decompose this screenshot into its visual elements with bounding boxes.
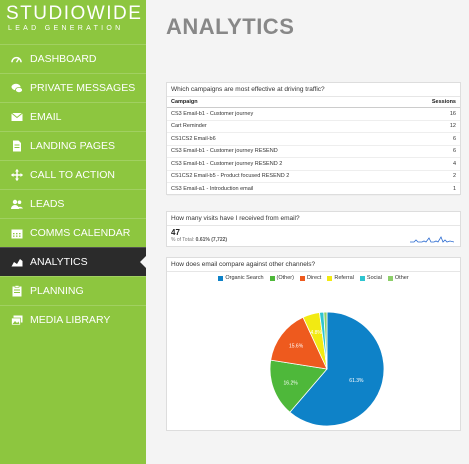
legend-swatch [299, 275, 305, 281]
table-row: CS3 Email-b1 - Customer journey RESEND 6 [167, 145, 460, 158]
sessions-cell: 16 [400, 107, 460, 121]
campaigns-card: Which campaigns are most effective at dr… [166, 82, 461, 196]
sidebar-item-label: ANALYTICS [30, 256, 88, 268]
brand-logo[interactable]: STUDIOWIDE LEAD GENERATION [0, 0, 146, 44]
envelope-icon [10, 111, 23, 124]
sidebar-item-label: DASHBOARD [30, 53, 97, 65]
sidebar-item-analytics[interactable]: ANALYTICS [0, 247, 146, 276]
campaigns-table-body: CS3 Email-b1 - Customer journey 16 Cart Re… [167, 107, 460, 196]
brand-tagline: LEAD GENERATION [8, 25, 124, 32]
sidebar-item-label: LANDING PAGES [30, 140, 115, 152]
legend-label: (Other) [276, 275, 294, 281]
sidebar-item-planning[interactable]: PLANNING [0, 276, 146, 305]
legend-item[interactable]: Social [359, 275, 382, 281]
subtext-value: 0.61% (7,722) [195, 237, 228, 243]
visits-sparkline [410, 236, 454, 243]
main-content: ANALYTICS Which campaigns are most effec… [146, 0, 469, 464]
legend-item[interactable]: Other [387, 275, 409, 281]
legend-label: Social [366, 275, 382, 281]
sidebar-item-leads[interactable]: LEADS [0, 189, 146, 218]
sidebar-item-landing-pages[interactable]: LANDING PAGES [0, 131, 146, 160]
sidebar-item-label: PLANNING [30, 285, 84, 297]
pie-slice-label: 4.8% [310, 330, 322, 336]
pie-slice-label: 16.2% [284, 380, 299, 386]
legend-swatch [359, 275, 365, 281]
legend-item[interactable]: Referral [327, 275, 354, 281]
sidebar-item-label: MEDIA LIBRARY [30, 314, 111, 326]
table-header-row: Campaign Sessions [167, 97, 460, 108]
channels-pie-chart: 61.3% 16.2% 15.6% 4.8% [269, 311, 385, 426]
sidebar-item-label: PRIVATE MESSAGES [30, 82, 136, 94]
table-row: CS3 Email-b1 - Customer journey 16 [167, 107, 460, 121]
sessions-cell: 6 [400, 132, 460, 146]
campaign-name-cell: Cart Reminder [167, 120, 401, 133]
sidebar-item-private-messages[interactable]: PRIVATE MESSAGES [0, 73, 146, 102]
sidebar-item-label: EMAIL [30, 111, 62, 123]
legend-swatch [269, 275, 275, 281]
sidebar-item-call-to-action[interactable]: CALL TO ACTION [0, 160, 146, 189]
sidebar-item-email[interactable]: EMAIL [0, 102, 146, 131]
legend-label: Other [394, 275, 409, 281]
sidebar-item-label: LEADS [30, 198, 65, 210]
chat-bubbles-icon [10, 82, 23, 95]
legend-swatch [327, 275, 333, 281]
sessions-cell: 12 [400, 120, 460, 133]
campaign-name-cell: CS3 Email-b1 - Customer journey RESEND [167, 145, 401, 158]
sidebar-item-media-library[interactable]: MEDIA LIBRARY [0, 305, 146, 334]
legend-label: Direct [306, 275, 322, 281]
brand-name: STUDIOWIDE [6, 3, 143, 24]
legend-label: Organic Search [225, 275, 264, 281]
campaign-name-cell: CS3 Email-a1 - Introduction email [167, 182, 401, 196]
page-title: ANALYTICS [166, 14, 295, 39]
sessions-column-header: Sessions [400, 97, 460, 108]
crosshair-arrows-icon [10, 169, 23, 182]
legend-label: Referral [334, 275, 354, 281]
table-row: CS1CS2 Email-b6 6 [167, 132, 460, 146]
users-icon [10, 198, 23, 211]
campaign-name-cell: CS3 Email-b1 - Customer journey [167, 107, 401, 121]
legend-item[interactable]: Direct [299, 275, 322, 281]
clipboard-icon [10, 285, 23, 298]
campaign-column-header: Campaign [167, 97, 401, 108]
legend-swatch [387, 275, 393, 281]
sidebar-item-dashboard[interactable]: DASHBOARD [0, 44, 146, 73]
table-row: CS3 Email-b1 - Customer journey RESEND 2… [167, 157, 460, 171]
subtext-label: % of Total: [171, 237, 196, 243]
table-row: Cart Reminder 12 [167, 120, 460, 133]
images-icon [10, 314, 23, 327]
gauge-icon [10, 53, 23, 66]
area-chart-icon [10, 256, 23, 269]
sessions-cell: 1 [400, 182, 460, 196]
channels-card: How does email compare against other cha… [166, 257, 461, 431]
legend-item[interactable]: (Other) [269, 275, 294, 281]
table-row: CS1CS2 Email-b5 - Product focused RESEND… [167, 170, 460, 183]
legend-item[interactable]: Organic Search [218, 275, 264, 281]
channels-question: How does email compare against other cha… [167, 258, 460, 272]
pie-slice-label: 61.3% [349, 378, 364, 384]
legend-swatch [218, 275, 224, 281]
sidebar-item-label: COMMS CALENDAR [30, 227, 131, 239]
email-visits-card: How many visits have I received from ema… [166, 211, 461, 247]
sidebar-item-comms-calendar[interactable]: COMMS CALENDAR [0, 218, 146, 247]
campaign-name-cell: CS1CS2 Email-b6 [167, 132, 401, 146]
table-row: CS3 Email-a1 - Introduction email 1 [167, 182, 460, 196]
campaign-name-cell: CS1CS2 Email-b5 - Product focused RESEND… [167, 170, 401, 183]
calendar-icon [10, 227, 23, 240]
sidebar-item-label: CALL TO ACTION [30, 169, 115, 181]
campaigns-question: Which campaigns are most effective at dr… [167, 83, 460, 97]
sessions-cell: 4 [400, 157, 460, 171]
email-visits-question: How many visits have I received from ema… [167, 212, 460, 226]
document-icon [10, 140, 23, 153]
pie-slice-label: 15.6% [289, 344, 304, 350]
sessions-cell: 6 [400, 145, 460, 158]
campaign-name-cell: CS3 Email-b1 - Customer journey RESEND 2 [167, 157, 401, 171]
sidebar: STUDIOWIDE LEAD GENERATION DASHBOARD PRIV… [0, 0, 146, 464]
sessions-cell: 2 [400, 170, 460, 183]
campaigns-table: Campaign Sessions CS3 Email-b1 - Custome… [167, 97, 460, 196]
